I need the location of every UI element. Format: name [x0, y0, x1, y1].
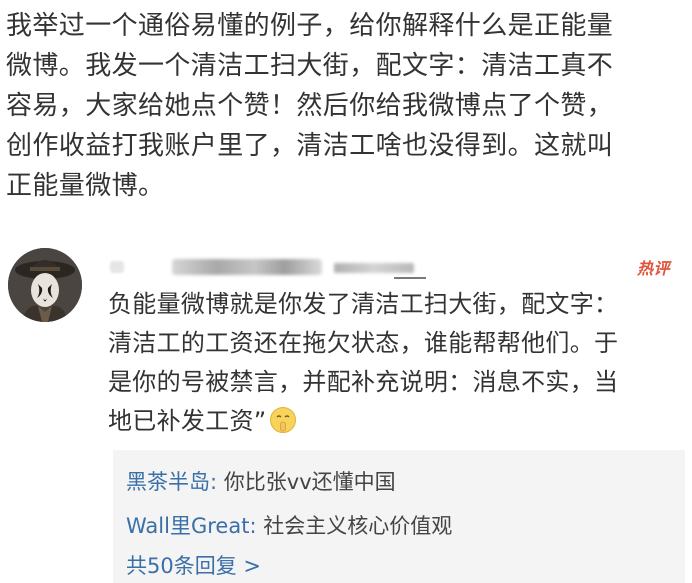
post-line: 正能量微博。 [6, 171, 165, 201]
reply-separator: : [210, 470, 224, 494]
comment-line: 负能量微博就是你发了清洁工扫大街，配文字： [108, 290, 619, 318]
replies-panel: 黑茶半岛: 你比张vv还懂中国 Wall里Great: 社会主义核心价值观 共5… [113, 450, 685, 583]
post-body: 我举过一个通俗易懂的例子，给你解释什么是正能量 微博。我发一个清洁工扫大街，配文… [6, 6, 686, 206]
reply-item[interactable]: 黑茶半岛: 你比张vv还懂中国 [126, 466, 396, 496]
post-line: 我举过一个通俗易懂的例子，给你解释什么是正能量 [6, 11, 614, 41]
commenter-avatar[interactable] [8, 248, 82, 322]
reply-text: 你比张vv还懂中国 [223, 470, 396, 494]
post-line: 创作收益打我账户里了，清洁工啥也没得到。这就叫 [6, 131, 614, 161]
avatar-icon [8, 248, 82, 322]
comment-line-last: 地已补发工资” [108, 402, 688, 441]
comment-line: 清洁工的工资还在拖欠状态，谁能帮帮他们。于 [108, 329, 619, 357]
redaction-mark [334, 263, 414, 273]
reply-item[interactable]: Wall里Great: 社会主义核心价值观 [126, 510, 452, 540]
comment-line-text: 地已补发工资” [108, 407, 267, 435]
view-all-replies-link[interactable]: 共50条回复 > [126, 550, 261, 580]
post-line: 微博。我发一个清洁工扫大街，配文字：清洁工真不 [6, 51, 614, 81]
comment-line: 是你的号被禁言，并配补充说明：消息不实，当 [108, 368, 619, 396]
comment-body: 负能量微博就是你发了清洁工扫大街，配文字： 清洁工的工资还在拖欠状态，谁能帮帮他… [108, 285, 688, 441]
redaction-mark [394, 277, 426, 279]
redaction-mark [172, 259, 322, 275]
redaction-mark [110, 261, 124, 273]
reply-separator: : [249, 514, 264, 538]
reply-text: 社会主义核心价值观 [263, 514, 453, 538]
shushing-face-emoji-icon [269, 407, 296, 433]
post-line: 容易，大家给她点个赞！然后你给我微博点了个赞， [6, 91, 614, 121]
hot-comment-badge: 热评 [637, 259, 671, 278]
reply-author[interactable]: 黑茶半岛 [126, 470, 210, 494]
reply-author[interactable]: Wall里Great [126, 514, 249, 538]
commenter-username-redacted[interactable] [102, 255, 432, 279]
